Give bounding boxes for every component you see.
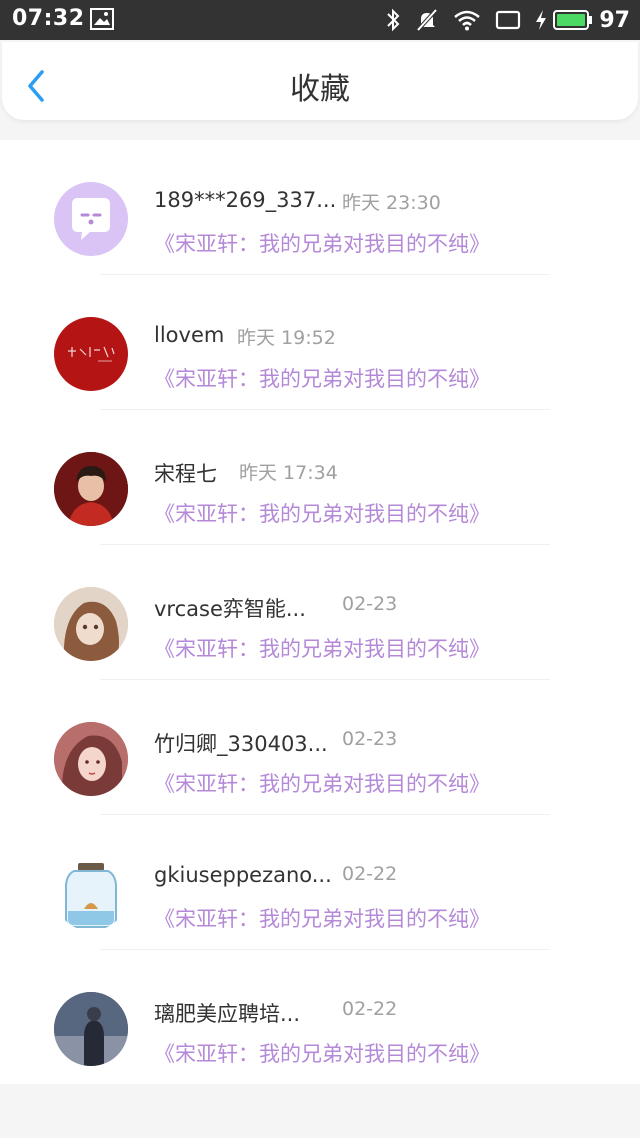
header: 收藏: [2, 42, 638, 120]
avatar: [54, 722, 128, 796]
user-name: 189***269_337...: [154, 188, 337, 212]
user-name: 宋程七: [154, 462, 217, 486]
user-name: vrcase弈智能...: [154, 597, 306, 621]
user-name: gkiuseppezano...: [154, 863, 332, 887]
list-item[interactable]: vrcase弈智能... 02-23 《宋亚轩：我的兄弟对我目的不纯》: [0, 545, 640, 680]
avatar: [54, 992, 128, 1066]
story-title-link[interactable]: 《宋亚轩：我的兄弟对我目的不纯》: [154, 498, 490, 528]
image-notification-icon: [90, 8, 114, 34]
list-item[interactable]: 璃肥美应聘培... 02-22 《宋亚轩：我的兄弟对我目的不纯》: [0, 950, 640, 1085]
page-title: 收藏: [290, 72, 350, 107]
avatar: [54, 317, 128, 391]
avatar: [54, 452, 128, 526]
list-item[interactable]: 189***269_337... 昨天 23:30 《宋亚轩：我的兄弟对我目的不…: [0, 140, 640, 275]
timestamp: 昨天 19:52: [237, 327, 336, 349]
list-item[interactable]: gkiuseppezano... 02-22 《宋亚轩：我的兄弟对我目的不纯》: [0, 815, 640, 950]
story-title-link[interactable]: 《宋亚轩：我的兄弟对我目的不纯》: [154, 1038, 490, 1068]
chat-bubble-avatar-icon: [72, 198, 110, 240]
timestamp: 02-23: [342, 593, 398, 615]
timestamp: 昨天 17:34: [239, 462, 338, 484]
timestamp: 02-22: [342, 863, 398, 885]
user-name: 竹归卿_330403...: [154, 732, 328, 756]
story-title-link[interactable]: 《宋亚轩：我的兄弟对我目的不纯》: [154, 768, 490, 798]
list-item[interactable]: llovem 昨天 19:52 《宋亚轩：我的兄弟对我目的不纯》: [0, 275, 640, 410]
status-time: 07:32: [12, 6, 85, 31]
bluetooth-icon: [385, 8, 401, 32]
timestamp: 02-22: [342, 998, 398, 1020]
battery-icon: [553, 9, 593, 31]
status-bar: 07:32 97: [0, 0, 640, 40]
list-item[interactable]: 竹归卿_330403... 02-23 《宋亚轩：我的兄弟对我目的不纯》: [0, 680, 640, 815]
timestamp: 02-23: [342, 728, 398, 750]
mute-icon: [415, 8, 439, 32]
avatar: [54, 587, 128, 661]
user-name: 璃肥美应聘培...: [154, 1002, 301, 1026]
favorites-list: 189***269_337... 昨天 23:30 《宋亚轩：我的兄弟对我目的不…: [0, 140, 640, 1084]
story-title-link[interactable]: 《宋亚轩：我的兄弟对我目的不纯》: [154, 228, 490, 258]
story-title-link[interactable]: 《宋亚轩：我的兄弟对我目的不纯》: [154, 363, 490, 393]
story-title-link[interactable]: 《宋亚轩：我的兄弟对我目的不纯》: [154, 633, 490, 663]
timestamp: 昨天 23:30: [342, 192, 441, 214]
user-name: llovem: [154, 323, 225, 347]
glass-jar-avatar-icon: [65, 863, 117, 928]
screen-rotation-icon: [495, 9, 521, 31]
list-item[interactable]: 宋程七 昨天 17:34 《宋亚轩：我的兄弟对我目的不纯》: [0, 410, 640, 545]
battery-level: 97: [599, 7, 630, 33]
charging-icon: [535, 9, 547, 31]
wifi-icon: [453, 9, 481, 31]
avatar: [54, 182, 128, 256]
story-title-link[interactable]: 《宋亚轩：我的兄弟对我目的不纯》: [154, 903, 490, 933]
avatar: [54, 857, 128, 931]
